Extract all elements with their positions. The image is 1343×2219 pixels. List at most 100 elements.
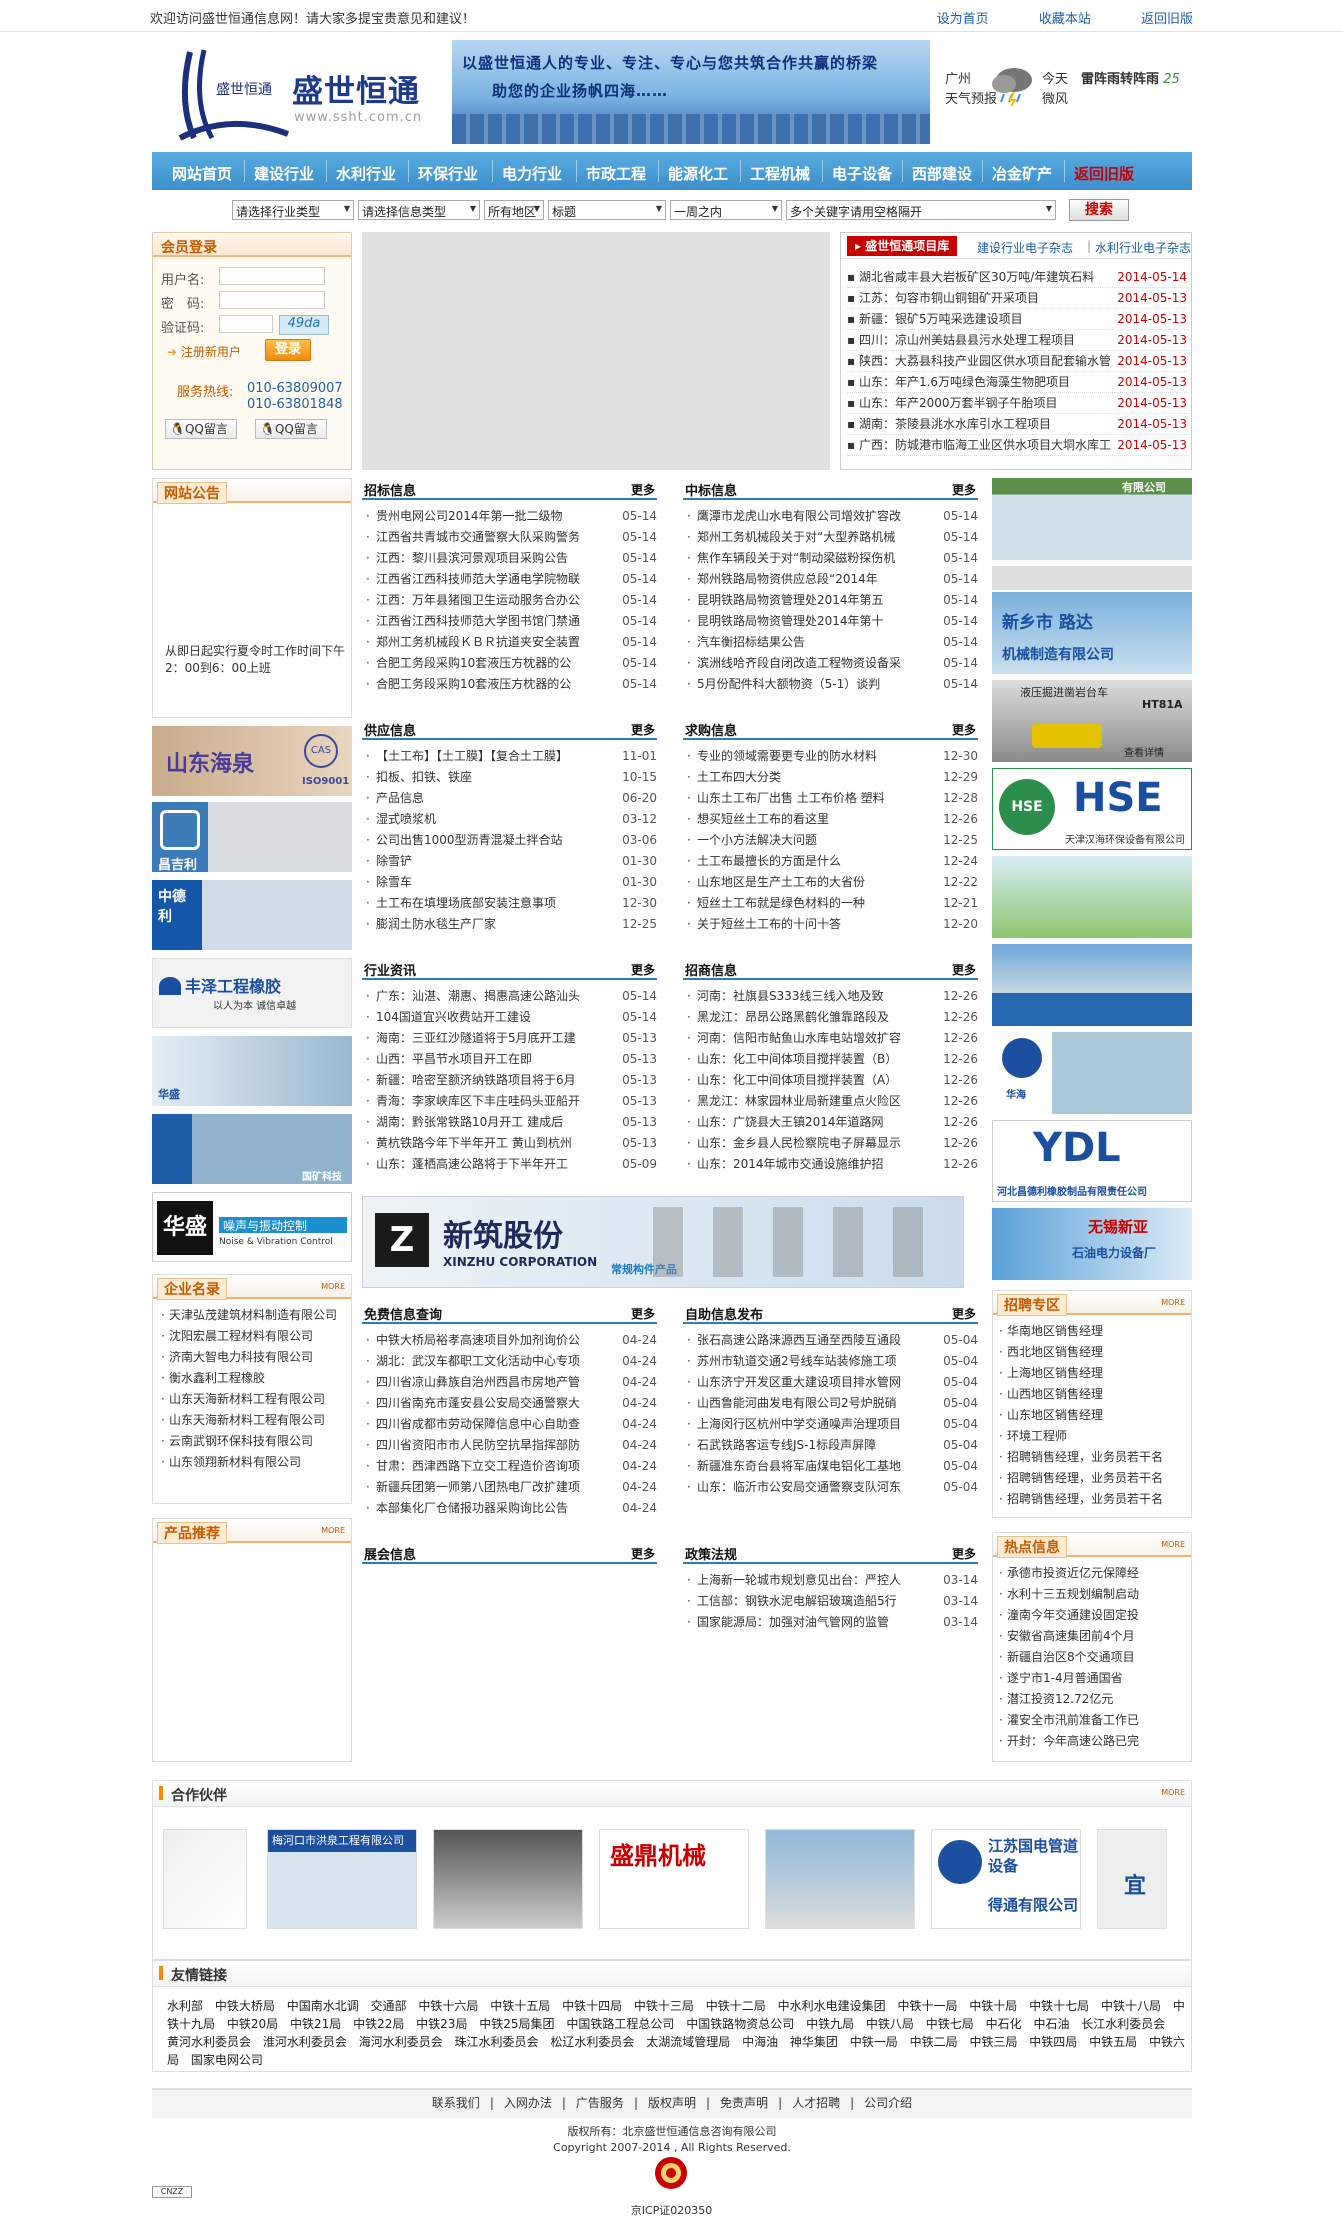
region-select[interactable]: 所有地区 bbox=[484, 200, 544, 220]
friend-link[interactable]: 中铁大桥局 bbox=[215, 1999, 275, 2013]
list-item[interactable]: 新疆准东奇台县将军庙煤电铝化工基地05-04 bbox=[683, 1456, 978, 1477]
list-item[interactable]: 招聘销售经理，业务员若干名 bbox=[995, 1489, 1189, 1510]
ad-fengze[interactable]: 丰泽工程橡胶 以人为本 诚信卓越 bbox=[152, 958, 352, 1028]
ad-huahai[interactable]: 华海 bbox=[992, 1032, 1192, 1114]
list-item[interactable]: 黄杭铁路今年下半年开工 黄山到杭州05-13 bbox=[362, 1133, 657, 1154]
list-item[interactable]: 一个小方法解决大问题12-25 bbox=[683, 830, 978, 851]
friend-link[interactable]: 中铁十四局 bbox=[562, 1999, 622, 2013]
ad-luda[interactable]: 新乡市 路达 机械制造有限公司 bbox=[992, 592, 1192, 674]
icp-text[interactable]: 京ICP证020350 bbox=[0, 2202, 1343, 2218]
qq-message-button-2[interactable]: 🐧QQ留言 bbox=[255, 419, 327, 439]
footer-link[interactable]: 广告服务 bbox=[576, 2096, 624, 2110]
period-select[interactable]: 一周之内 bbox=[670, 200, 782, 220]
list-item[interactable]: 汽车衡招标结果公告05-14 bbox=[683, 632, 978, 653]
captcha-field[interactable] bbox=[219, 315, 273, 333]
list-item[interactable]: 招聘销售经理，业务员若干名 bbox=[995, 1447, 1189, 1468]
partner-logo-2[interactable]: 梅河口市洪泉工程有限公司 bbox=[267, 1829, 417, 1929]
list-item[interactable]: 昆明铁路局物资管理处2014年第十05-14 bbox=[683, 611, 978, 632]
register-link[interactable]: ➜ 注册新用户 bbox=[167, 343, 241, 360]
ad-ht81a[interactable]: 液压掘进凿岩台车 HT81A 查看详情 bbox=[992, 680, 1192, 762]
friend-link[interactable]: 中铁二局 bbox=[910, 2035, 958, 2049]
list-item[interactable]: 黑龙江：林家园林业局新建重点火险区12-26 bbox=[683, 1091, 978, 1112]
list-item[interactable]: 郑州工务机械段关于对“大型养路机械05-14 bbox=[683, 527, 978, 548]
list-item[interactable]: 新疆兵团第一师第八团热电厂改扩建项04-24 bbox=[362, 1477, 657, 1498]
friend-link[interactable]: 中铁一局 bbox=[850, 2035, 898, 2049]
nav-item[interactable]: 冶金矿产 bbox=[992, 163, 1052, 184]
cnzz-badge[interactable]: CNZZ bbox=[152, 2186, 192, 2198]
project-item[interactable]: ▪ 山东：年产2000万套半钢子午胎项目 2014-05-13 bbox=[847, 393, 1189, 414]
more-link[interactable]: MORE bbox=[1161, 1788, 1185, 1797]
friend-link[interactable]: 中铁十局 bbox=[969, 1999, 1017, 2013]
more-link[interactable]: 更多 bbox=[631, 721, 655, 738]
nav-item[interactable]: 能源化工 bbox=[668, 163, 728, 184]
list-item[interactable]: 上海闵行区杭州中学交通噪声治理项目05-04 bbox=[683, 1414, 978, 1435]
list-item[interactable]: 河南：社旗县S333线三线入地及致12-26 bbox=[683, 986, 978, 1007]
nav-item[interactable]: 环保行业 bbox=[418, 163, 478, 184]
list-item[interactable]: 贵州电网公司2014年第一批二级物05-14 bbox=[362, 506, 657, 527]
list-item[interactable]: 海南：三亚红沙隧道将于5月底开工建05-13 bbox=[362, 1028, 657, 1049]
friend-link[interactable]: 中铁十五局 bbox=[490, 1999, 550, 2013]
list-item[interactable]: 江西省江西科技师范大学通电学院物联05-14 bbox=[362, 569, 657, 590]
list-item[interactable]: 扣板、扣铁、铁座10-15 bbox=[362, 767, 657, 788]
list-item[interactable]: 济南大智电力科技有限公司 bbox=[157, 1347, 347, 1368]
project-item[interactable]: ▪ 陕西：大荔县科技产业园区供水项目配套输水管 2014-05-13 bbox=[847, 351, 1189, 372]
more-link[interactable]: 更多 bbox=[952, 1305, 976, 1322]
friend-link[interactable]: 中铁十一局 bbox=[897, 1999, 957, 2013]
ad-ydl[interactable]: YDL 河北昌德利橡胶制品有限责任公司 bbox=[992, 1120, 1192, 1202]
footer-link[interactable]: 入网办法 bbox=[504, 2096, 552, 2110]
list-item[interactable]: 新疆：哈密至额济纳铁路项目将于6月05-13 bbox=[362, 1070, 657, 1091]
slideshow-placeholder[interactable] bbox=[362, 232, 830, 470]
list-item[interactable]: 天津弘茂建筑材料制造有限公司 bbox=[157, 1305, 347, 1326]
list-item[interactable]: 石武铁路客运专线JS-1标段声屏障05-04 bbox=[683, 1435, 978, 1456]
partner-logo-7[interactable]: 宜 bbox=[1097, 1829, 1167, 1929]
list-item[interactable]: 青海：李家峡库区下丰庄哇码头亚船开05-13 bbox=[362, 1091, 657, 1112]
industry-select[interactable]: 请选择行业类型 bbox=[232, 200, 354, 220]
nav-item[interactable]: 西部建设 bbox=[912, 163, 972, 184]
project-item[interactable]: ▪ 湖南：茶陵县洮水水库引水工程项目 2014-05-13 bbox=[847, 414, 1189, 435]
ad-water-pipe[interactable] bbox=[992, 944, 1192, 1026]
qq-message-button-1[interactable]: 🐧QQ留言 bbox=[165, 419, 237, 439]
more-link[interactable]: 更多 bbox=[631, 1545, 655, 1562]
list-item[interactable]: 山东天海新材料工程有限公司 bbox=[157, 1410, 347, 1431]
friend-link[interactable]: 中铁十七局 bbox=[1029, 1999, 1089, 2013]
friend-link[interactable]: 中铁五局 bbox=[1089, 2035, 1137, 2049]
project-tab[interactable]: ▸ 盛世恒通项目库 bbox=[847, 236, 958, 256]
captcha-image[interactable]: 49da bbox=[279, 315, 329, 335]
partner-logo-3[interactable] bbox=[433, 1829, 583, 1929]
friend-link[interactable]: 中铁八局 bbox=[866, 2017, 914, 2031]
list-item[interactable]: 江西：黎川县滨河景观项目采购公告05-14 bbox=[362, 548, 657, 569]
set-home-link[interactable]: 设为首页 bbox=[937, 12, 989, 27]
nav-item[interactable]: 电力行业 bbox=[502, 163, 562, 184]
info-type-select[interactable]: 请选择信息类型 bbox=[358, 200, 480, 220]
list-item[interactable]: 除雪铲01-30 bbox=[362, 851, 657, 872]
footer-link[interactable]: 版权声明 bbox=[648, 2096, 696, 2110]
friend-link[interactable]: 中铁十六局 bbox=[418, 1999, 478, 2013]
list-item[interactable]: 膨润土防水毯生产厂家12-25 bbox=[362, 914, 657, 935]
friend-link[interactable]: 国家电网公司 bbox=[191, 2053, 263, 2067]
list-item[interactable]: 山东：广饶县大王镇2014年道路网12-26 bbox=[683, 1112, 978, 1133]
list-item[interactable]: 承德市投资近亿元保障经 bbox=[995, 1563, 1189, 1584]
list-item[interactable]: 焦作车辆段关于对“制动梁磁粉探伤机05-14 bbox=[683, 548, 978, 569]
nav-item[interactable]: 水利行业 bbox=[336, 163, 396, 184]
ad-green[interactable] bbox=[992, 856, 1192, 938]
list-item[interactable]: 工信部：钢铁水泥电解铝玻璃造船5行03-14 bbox=[683, 1591, 978, 1612]
list-item[interactable]: 关于短丝土工布的十问十答12-20 bbox=[683, 914, 978, 935]
friend-link[interactable]: 中海油 bbox=[742, 2035, 778, 2049]
list-item[interactable]: 滨洲线哈齐段自闭改造工程物资设备采05-14 bbox=[683, 653, 978, 674]
friend-link[interactable]: 中铁十八局 bbox=[1101, 1999, 1161, 2013]
list-item[interactable]: 四川省南充市蓬安县公安局交通警察大04-24 bbox=[362, 1393, 657, 1414]
list-item[interactable]: 国家能源局：加强对油气管网的监管03-14 bbox=[683, 1612, 978, 1633]
magazine-link-1[interactable]: 建设行业电子杂志 bbox=[977, 239, 1073, 256]
friend-link[interactable]: 中国南水北调 bbox=[287, 1999, 359, 2013]
friend-link[interactable]: 珠江水利委员会 bbox=[455, 2035, 539, 2049]
list-item[interactable]: 合肥工务段采购10套液压方枕器的公05-14 bbox=[362, 674, 657, 695]
login-button[interactable]: 登录 bbox=[265, 339, 311, 361]
list-item[interactable]: 四川省资阳市市人民防空抗旱指挥部防04-24 bbox=[362, 1435, 657, 1456]
list-item[interactable]: 山西鲁能河曲发电有限公司2号炉脱硝05-04 bbox=[683, 1393, 978, 1414]
list-item[interactable]: 上海新一轮城市规划意见出台：严控人03-14 bbox=[683, 1570, 978, 1591]
list-item[interactable]: 灌安全市汛前准备工作已 bbox=[995, 1710, 1189, 1731]
list-item[interactable]: 江西省共青城市交通警察大队采购警务05-14 bbox=[362, 527, 657, 548]
more-link[interactable]: 更多 bbox=[631, 481, 655, 498]
header-banner[interactable]: 以盛世恒通人的专业、专注、专心与您共筑合作共赢的桥梁 助您的企业扬帆四海…… bbox=[452, 40, 930, 144]
list-item[interactable]: 土工布四大分类12-29 bbox=[683, 767, 978, 788]
